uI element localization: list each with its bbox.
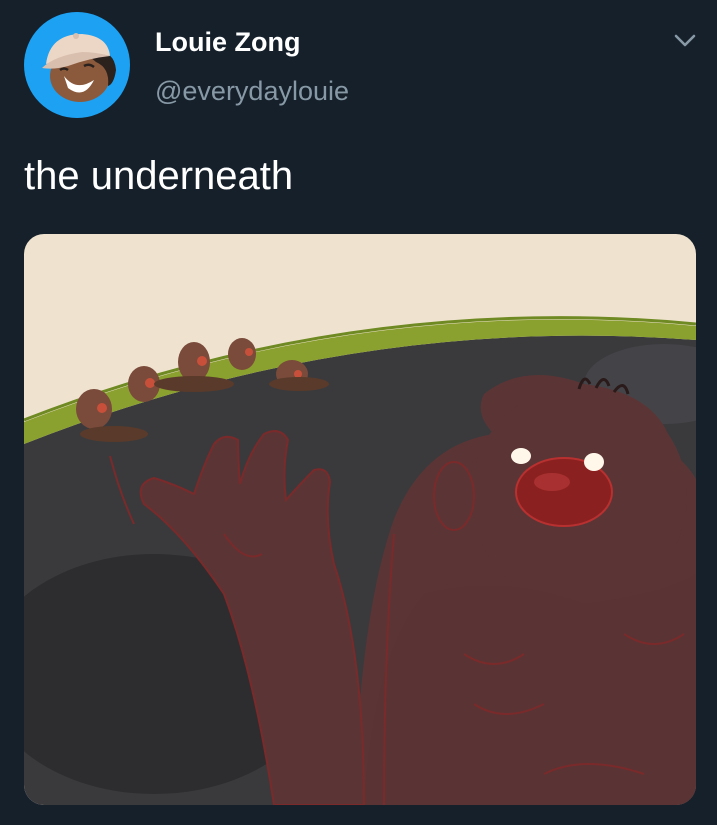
tweet: Louie Zong @everydaylouie the underneath [0,0,717,825]
author-avatar[interactable] [24,12,130,118]
cartoon-avatar-icon [24,12,130,118]
chevron-down-icon [674,34,696,47]
tweet-menu-button[interactable] [668,26,702,56]
author-display-name[interactable]: Louie Zong [155,25,300,59]
author-handle[interactable]: @everydaylouie [155,74,349,108]
underground-illustration [24,234,696,805]
tweet-text: the underneath [24,154,294,198]
tweet-media-image[interactable] [24,234,696,805]
